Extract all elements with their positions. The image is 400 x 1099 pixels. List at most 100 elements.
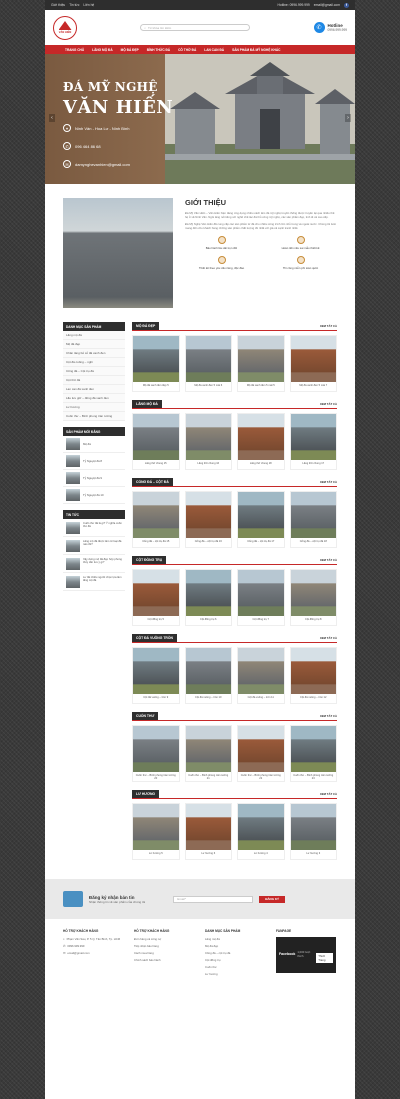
product-image[interactable] — [133, 726, 179, 772]
footer-link[interactable]: Chính sách bảo hành — [134, 958, 195, 962]
product-card[interactable]: Mộ đá xanh đen 5 mái 5 — [237, 335, 285, 392]
product-image[interactable] — [185, 414, 231, 460]
category-item[interactable]: Lư hương — [63, 403, 125, 412]
product-name[interactable]: Lăng thờ chung 17 — [291, 460, 337, 469]
view-all-link[interactable]: XEM TẤT CẢ — [320, 324, 337, 328]
product-card[interactable]: Mộ đá xanh đen đẹp 5 — [132, 335, 180, 392]
category-item[interactable]: Chân tảng bể cỏ đá xanh đen — [63, 349, 125, 358]
product-card[interactable]: Cuốn thư – Bình phong trán tường 20 — [132, 725, 180, 782]
product-image[interactable] — [238, 726, 284, 772]
product-name[interactable]: Cổng đá – cột trụ đá 15 — [133, 538, 179, 547]
section-title[interactable]: CỘT ĐÁ VUÔNG TRÒN — [132, 634, 177, 642]
view-all-link[interactable]: XEM TẤT CẢ — [320, 792, 337, 796]
product-image[interactable] — [290, 492, 336, 538]
product-name[interactable]: Mộ đá xanh đen đẹp 5 — [133, 382, 179, 391]
view-all-link[interactable]: XEM TẤT CẢ — [320, 480, 337, 484]
product-name[interactable]: Lăng thờ chung 16 — [186, 460, 232, 469]
search-icon[interactable]: ⌕ — [144, 26, 146, 30]
product-image[interactable] — [238, 336, 284, 382]
product-card[interactable]: Cuốn thư – Bình phong trán tường 21 — [184, 725, 232, 782]
footer-link[interactable]: Lăng mộ đá — [205, 937, 266, 941]
product-name[interactable]: Mộ đá xanh đen 5 mái 7 — [291, 382, 337, 391]
product-name[interactable]: Cột đá vuông – tròn 10 — [186, 694, 232, 703]
product-card[interactable]: Cổng đá – cột trụ đá 17 — [237, 491, 285, 548]
nav-co-tho-da[interactable]: CÔ THỜ ĐÁ — [174, 48, 200, 52]
top-link-news[interactable]: Tin tức — [69, 3, 79, 7]
top-link-contact[interactable]: Liên hệ — [83, 3, 94, 7]
section-title[interactable]: CUỐN THƯ — [132, 712, 159, 720]
product-name[interactable]: Cột đá vuông – tròn 11 — [238, 694, 284, 703]
category-item[interactable]: Cuốn thư – Bình phong trán tường — [63, 412, 125, 421]
product-name[interactable]: Lư hương 6 — [186, 850, 232, 859]
nav-home[interactable]: TRANG CHỦ — [61, 48, 88, 52]
section-title[interactable]: MỘ ĐÁ ĐẸP — [132, 322, 160, 330]
product-card[interactable]: Cuốn thư – Bình phong trán tường 22 — [237, 725, 285, 782]
footer-link[interactable]: Đơn hàng và công nợ — [134, 937, 195, 941]
product-image[interactable] — [290, 648, 336, 694]
view-all-link[interactable]: XEM TẤT CẢ — [320, 714, 337, 718]
nav-other-products[interactable]: SẢN PHẨM ĐÁ MỸ NGHỆ KHÁC — [228, 48, 284, 52]
product-name[interactable]: Cột đồng trụ 6 — [186, 616, 232, 625]
view-all-link[interactable]: XEM TẤT CẢ — [320, 558, 337, 562]
news-item[interactable]: Lăng mộ đá được làm từ loại đá nào tốt? — [63, 537, 125, 555]
facebook-widget[interactable]: Facebook 1,000 lượt thích Thích Trang — [276, 937, 336, 973]
top-email[interactable]: email@gmail.com — [314, 3, 340, 7]
product-image[interactable] — [290, 414, 336, 460]
product-image[interactable] — [185, 492, 231, 538]
product-card[interactable]: Lư hương 6 — [184, 803, 232, 860]
fb-like-button[interactable]: Thích Trang — [316, 952, 333, 963]
product-image[interactable] — [290, 336, 336, 382]
newsletter-email-input[interactable]: Email* — [173, 895, 254, 903]
product-name[interactable]: Cuốn thư – Bình phong trán tường 21 — [186, 772, 232, 781]
nav-binh-thuc-da[interactable]: BÌNH THỨC ĐÁ — [143, 48, 174, 52]
footer-link[interactable]: Mộ đá đẹp — [205, 944, 266, 948]
product-image[interactable] — [185, 336, 231, 382]
product-name[interactable]: Lư hương 4 — [238, 850, 284, 859]
product-image[interactable] — [290, 570, 336, 616]
product-name[interactable]: Cột đá vuông – tròn 12 — [291, 694, 337, 703]
product-image[interactable] — [185, 726, 231, 772]
footer-link[interactable]: Cột đồng trụ — [205, 958, 266, 962]
product-image[interactable] — [290, 726, 336, 772]
product-name[interactable]: Cột đồng trụ 7 — [238, 616, 284, 625]
product-card[interactable]: Cổng đá – cột trụ đá 16 — [184, 491, 232, 548]
footer-link[interactable]: Cuốn thư — [205, 965, 266, 969]
category-item[interactable]: Lầu lưu giữ – đông đá xanh đen — [63, 394, 125, 403]
product-card[interactable]: Cột đá vuông – tròn 12 — [289, 647, 337, 704]
product-card[interactable]: Lăng thờ chung 18 — [237, 413, 285, 470]
product-name[interactable]: Lư hương 3 — [291, 850, 337, 859]
product-card[interactable]: Lư hương 3 — [289, 803, 337, 860]
product-card[interactable]: Cột đá vuông – tròn 9 — [132, 647, 180, 704]
product-card[interactable]: Mộ đá xanh đen 5 mái 7 — [289, 335, 337, 392]
search-input[interactable]: ⌕ Từ khóa tìm kiếm — [140, 24, 251, 31]
footer-link[interactable]: Tiếp nhận bảo hàng — [134, 944, 195, 948]
section-title[interactable]: CỔNG ĐÁ – CỘT ĐÁ — [132, 478, 173, 486]
product-image[interactable] — [133, 648, 179, 694]
news-item[interactable]: Xây dựng mộ đá đẹp hợp phong thủy cần lư… — [63, 555, 125, 573]
nav-lan-can-da[interactable]: LAN CAN ĐÁ — [200, 48, 228, 52]
product-card[interactable]: Cột đồng trụ 7 — [237, 569, 285, 626]
product-image[interactable] — [185, 570, 231, 616]
product-name[interactable]: Lư hương 5 — [133, 850, 179, 859]
product-image[interactable] — [133, 492, 179, 538]
product-image[interactable] — [290, 804, 336, 850]
top-hotline[interactable]: Hotline: 0996.999.999 — [277, 3, 309, 7]
product-card[interactable]: Cột đồng trụ 6 — [184, 569, 232, 626]
product-card[interactable]: Cổng đá – cột trụ đá 15 — [132, 491, 180, 548]
product-name[interactable]: Cổng đá – cột trụ đá 16 — [186, 538, 232, 547]
product-image[interactable] — [133, 570, 179, 616]
header-hotline[interactable]: ✆ Hotline 0996.999.999 — [313, 22, 347, 33]
site-logo[interactable]: VĂN HIẾN — [53, 15, 77, 40]
product-card[interactable]: Lư hương 4 — [237, 803, 285, 860]
product-image[interactable] — [238, 648, 284, 694]
slider-prev-icon[interactable]: ‹ — [49, 114, 55, 122]
new-product-item[interactable]: Tỷ Nguyệt đá 8 — [63, 453, 125, 470]
product-card[interactable]: Mộ đá xanh đen 5 mái 6 — [184, 335, 232, 392]
product-card[interactable]: Lư hương 5 — [132, 803, 180, 860]
product-name[interactable]: Cột đồng trụ 5 — [133, 616, 179, 625]
product-name[interactable]: Cổng đá – cột trụ đá 18 — [291, 538, 337, 547]
news-item[interactable]: Lư đá nhiều người chọn lựa làm lăng mộ đ… — [63, 573, 125, 591]
product-card[interactable]: Cột đồng trụ 8 — [289, 569, 337, 626]
product-image[interactable] — [238, 492, 284, 538]
product-name[interactable]: Mộ đá xanh đen 5 mái 5 — [238, 382, 284, 391]
